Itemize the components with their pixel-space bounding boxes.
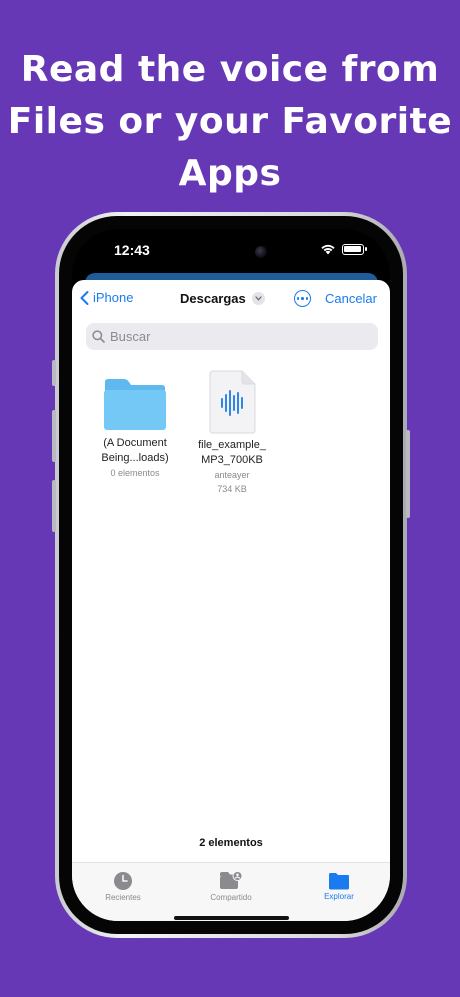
tab-compartido[interactable]: Compartido: [186, 871, 276, 902]
page-title: Descargas: [180, 291, 246, 306]
folder-title-menu[interactable]: Descargas: [180, 291, 265, 306]
headline: Read the voice from Files or your Favori…: [0, 44, 460, 200]
headline-line-3: Apps: [178, 153, 282, 194]
back-button[interactable]: iPhone: [80, 290, 133, 305]
phone-power-button: [406, 430, 410, 518]
search-input[interactable]: [110, 329, 350, 344]
chevron-down-icon: [251, 292, 265, 305]
phone-volume-down-button: [52, 480, 56, 532]
tab-bar: Recientes Compartido Explorar: [72, 862, 390, 921]
tab-explorar[interactable]: Explorar: [294, 871, 384, 901]
headline-line-1: Read the voice from: [20, 49, 440, 90]
chevron-left-icon: [80, 290, 89, 305]
tab-label: Compartido: [210, 893, 252, 902]
file-browser-sheet: iPhone Descargas Cancelar Buscar (A Docu…: [72, 280, 390, 921]
item-name-line-1: file_example_: [198, 439, 266, 451]
item-size: 734 KB: [217, 484, 247, 494]
item-count: 2 elementos: [199, 837, 263, 849]
cancel-button[interactable]: Cancelar: [325, 291, 377, 306]
wifi-icon: [321, 244, 335, 255]
folder-item[interactable]: (A Document Being...loads) 0 elementos: [90, 378, 180, 480]
audio-file-icon: [209, 370, 256, 434]
back-button-label: iPhone: [93, 290, 134, 305]
battery-icon: [342, 243, 367, 255]
status-icons: [320, 243, 367, 255]
phone-volume-up-button: [52, 410, 56, 462]
clock-icon: [114, 872, 132, 890]
search-bar: [86, 323, 378, 350]
item-name-line-2: Being...loads): [101, 452, 169, 464]
folder-icon: [104, 379, 166, 430]
more-options-button[interactable]: [294, 290, 311, 307]
camera-icon: [255, 246, 267, 258]
navigation-bar: iPhone Descargas Cancelar: [72, 290, 390, 314]
more-dot: [305, 297, 309, 300]
folder-icon: [329, 873, 349, 890]
item-name-line-2: MP3_700KB: [201, 454, 263, 466]
item-name-line-1: (A Document: [103, 437, 167, 449]
tab-recientes[interactable]: Recientes: [78, 871, 168, 902]
tab-label: Recientes: [105, 893, 141, 902]
status-time: 12:43: [114, 242, 150, 258]
shared-folder-icon: [220, 871, 243, 889]
item-date: anteayer: [214, 470, 250, 480]
file-item[interactable]: file_example_ MP3_700KB anteayer 734 KB: [187, 370, 277, 496]
tab-label: Explorar: [324, 892, 354, 901]
phone-action-button: [52, 360, 56, 386]
battery-level: [344, 245, 361, 252]
item-meta: 0 elementos: [110, 468, 160, 478]
search-icon: [92, 330, 105, 343]
phone-screen: 12:43 iPhone Descargas Cancelar Buscar (…: [72, 229, 390, 921]
headline-line-2: Files or your Favorite: [7, 101, 453, 142]
more-dot: [296, 297, 300, 300]
dynamic-island: [186, 237, 278, 267]
more-dot: [301, 297, 304, 300]
home-indicator[interactable]: [174, 916, 289, 920]
